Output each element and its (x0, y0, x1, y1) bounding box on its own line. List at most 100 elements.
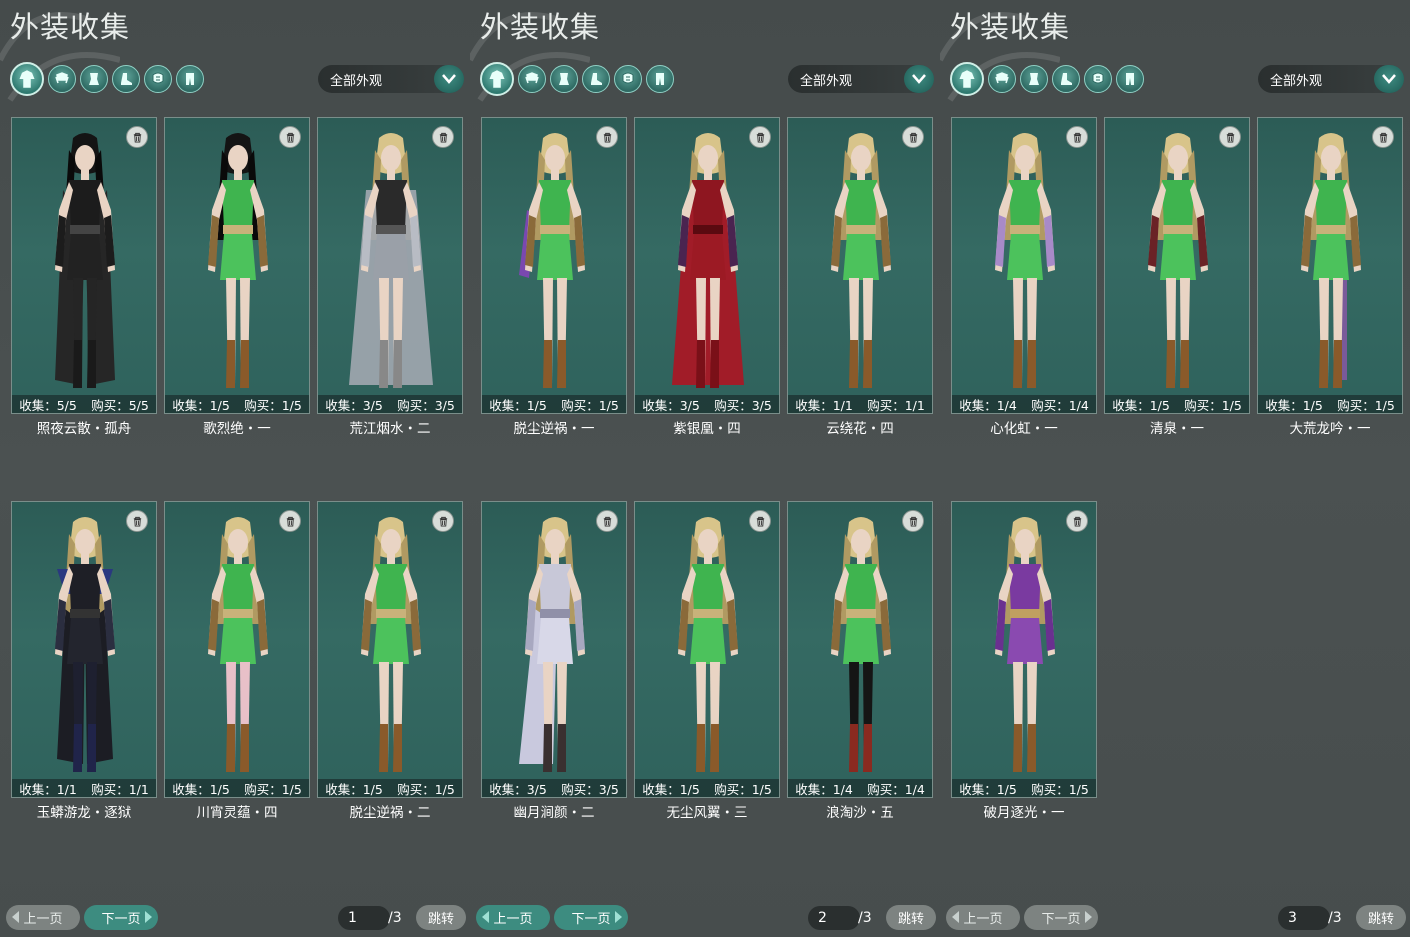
outfit-card[interactable]: 收集：3/5 购买：3/5 (317, 117, 463, 414)
character-preview (341, 130, 441, 398)
outfit-category-icon[interactable] (10, 62, 44, 96)
outfit-card[interactable]: 收集：1/4 购买：1/4 (951, 117, 1097, 414)
trash-icon[interactable] (596, 126, 618, 148)
chevron-down-icon[interactable] (904, 65, 934, 93)
prev-page-button[interactable]: 上一页 (946, 905, 1020, 930)
character-preview (658, 514, 758, 782)
glove-category-icon[interactable] (614, 65, 642, 93)
shoe-category-icon[interactable] (582, 65, 610, 93)
collect-count: 收集：1/1 (795, 397, 853, 413)
body-category-icon[interactable] (1020, 65, 1048, 93)
current-page: 3 (1288, 910, 1297, 926)
current-page: 2 (818, 910, 827, 926)
body-category-icon[interactable] (550, 65, 578, 93)
pants-category-icon[interactable] (1116, 65, 1144, 93)
trash-icon[interactable] (126, 510, 148, 532)
pants-category-icon[interactable] (646, 65, 674, 93)
shoe-category-icon[interactable] (112, 65, 140, 93)
trash-icon[interactable] (1372, 126, 1394, 148)
next-page-button[interactable]: 下一页 (84, 905, 158, 930)
outfit-card[interactable]: 收集：1/5 购买：1/5 (951, 501, 1097, 798)
collection-stats: 收集：1/5 购买：1/5 (482, 395, 626, 413)
trash-icon[interactable] (902, 510, 924, 532)
chevron-down-icon[interactable] (434, 65, 464, 93)
collection-panel: 外装收集 全部外观 收集：1/5 购买：1/5 脱尘逆祸・一 收集：3/5 购买… (470, 0, 940, 937)
total-pages: /3 (858, 910, 872, 926)
outfit-category-icon[interactable] (480, 62, 514, 96)
trash-icon[interactable] (1066, 126, 1088, 148)
trash-icon[interactable] (279, 510, 301, 532)
collection-stats: 收集：5/5 购买：5/5 (12, 395, 156, 413)
chevron-left-icon (952, 911, 959, 923)
pants-category-icon[interactable] (176, 65, 204, 93)
top-category-icon[interactable] (48, 65, 76, 93)
trash-icon[interactable] (902, 126, 924, 148)
outfit-card[interactable]: 收集：1/5 购买：1/5 (481, 117, 627, 414)
collect-count: 收集：1/5 (959, 781, 1017, 797)
collection-stats: 收集：3/5 购买：3/5 (635, 395, 779, 413)
buy-count: 购买：3/5 (714, 397, 772, 413)
collect-count: 收集：1/5 (172, 397, 230, 413)
appearance-filter-dropdown[interactable]: 全部外观 (1258, 65, 1404, 93)
trash-icon[interactable] (749, 510, 771, 532)
next-page-button[interactable]: 下一页 (554, 905, 628, 930)
jump-button[interactable]: 跳转 (416, 905, 466, 930)
trash-icon[interactable] (432, 510, 454, 532)
glove-category-icon[interactable] (1084, 65, 1112, 93)
collect-count: 收集：1/5 (1265, 397, 1323, 413)
collect-count: 收集：1/5 (325, 781, 383, 797)
trash-icon[interactable] (126, 126, 148, 148)
outfit-card[interactable]: 收集：1/5 购买：1/5 (1257, 117, 1403, 414)
outfit-card[interactable]: 收集：1/5 购买：1/5 (317, 501, 463, 798)
collect-count: 收集：1/5 (172, 781, 230, 797)
outfit-name: 破月逐光・一 (983, 805, 1065, 821)
outfit-card[interactable]: 收集：1/1 购买：1/1 (787, 117, 933, 414)
buy-count: 购买：1/5 (561, 397, 619, 413)
outfit-card[interactable]: 收集：3/5 购买：3/5 (634, 117, 780, 414)
outfit-name: 歌烈绝・一 (203, 421, 271, 437)
buy-count: 购买：1/4 (1031, 397, 1089, 413)
collect-count: 收集：1/1 (19, 781, 77, 797)
trash-icon[interactable] (749, 126, 771, 148)
collect-count: 收集：1/4 (795, 781, 853, 797)
outfit-card[interactable]: 收集：1/5 购买：1/5 (1104, 117, 1250, 414)
outfit-name: 云绕花・四 (826, 421, 894, 437)
jump-button[interactable]: 跳转 (886, 905, 936, 930)
outfit-card[interactable]: 收集：1/1 购买：1/1 (11, 501, 157, 798)
appearance-filter-dropdown[interactable]: 全部外观 (788, 65, 934, 93)
page-number-input[interactable]: 2 (808, 906, 860, 930)
outfit-card[interactable]: 收集：1/5 购买：1/5 (634, 501, 780, 798)
outfit-category-icon[interactable] (950, 62, 984, 96)
top-category-icon[interactable] (988, 65, 1016, 93)
top-category-icon[interactable] (518, 65, 546, 93)
jump-button[interactable]: 跳转 (1356, 905, 1406, 930)
prev-page-button[interactable]: 上一页 (476, 905, 550, 930)
collection-stats: 收集：1/5 购买：1/5 (635, 779, 779, 797)
shoe-category-icon[interactable] (1052, 65, 1080, 93)
next-page-label: 下一页 (1041, 912, 1081, 927)
body-category-icon[interactable] (80, 65, 108, 93)
character-preview (188, 514, 288, 782)
appearance-filter-dropdown[interactable]: 全部外观 (318, 65, 464, 93)
collection-stats: 收集：1/5 购买：1/5 (1105, 395, 1249, 413)
outfit-card[interactable]: 收集：1/5 购买：1/5 (164, 117, 310, 414)
outfit-name: 照夜云散・孤舟 (36, 421, 132, 437)
trash-icon[interactable] (1219, 126, 1241, 148)
trash-icon[interactable] (1066, 510, 1088, 532)
prev-page-button[interactable]: 上一页 (6, 905, 80, 930)
trash-icon[interactable] (279, 126, 301, 148)
next-page-button[interactable]: 下一页 (1024, 905, 1098, 930)
outfit-name: 川宵灵蕴・四 (196, 805, 278, 821)
chevron-down-icon[interactable] (1374, 65, 1404, 93)
page-number-input[interactable]: 3 (1278, 906, 1330, 930)
outfit-card[interactable]: 收集：1/4 购买：1/4 (787, 501, 933, 798)
chevron-right-icon (1085, 911, 1092, 923)
trash-icon[interactable] (432, 126, 454, 148)
page-number-input[interactable]: 1 (338, 906, 390, 930)
glove-category-icon[interactable] (144, 65, 172, 93)
outfit-card[interactable]: 收集：5/5 购买：5/5 (11, 117, 157, 414)
outfit-card[interactable]: 收集：3/5 购买：3/5 (481, 501, 627, 798)
buy-count: 购买：1/5 (244, 397, 302, 413)
trash-icon[interactable] (596, 510, 618, 532)
outfit-card[interactable]: 收集：1/5 购买：1/5 (164, 501, 310, 798)
